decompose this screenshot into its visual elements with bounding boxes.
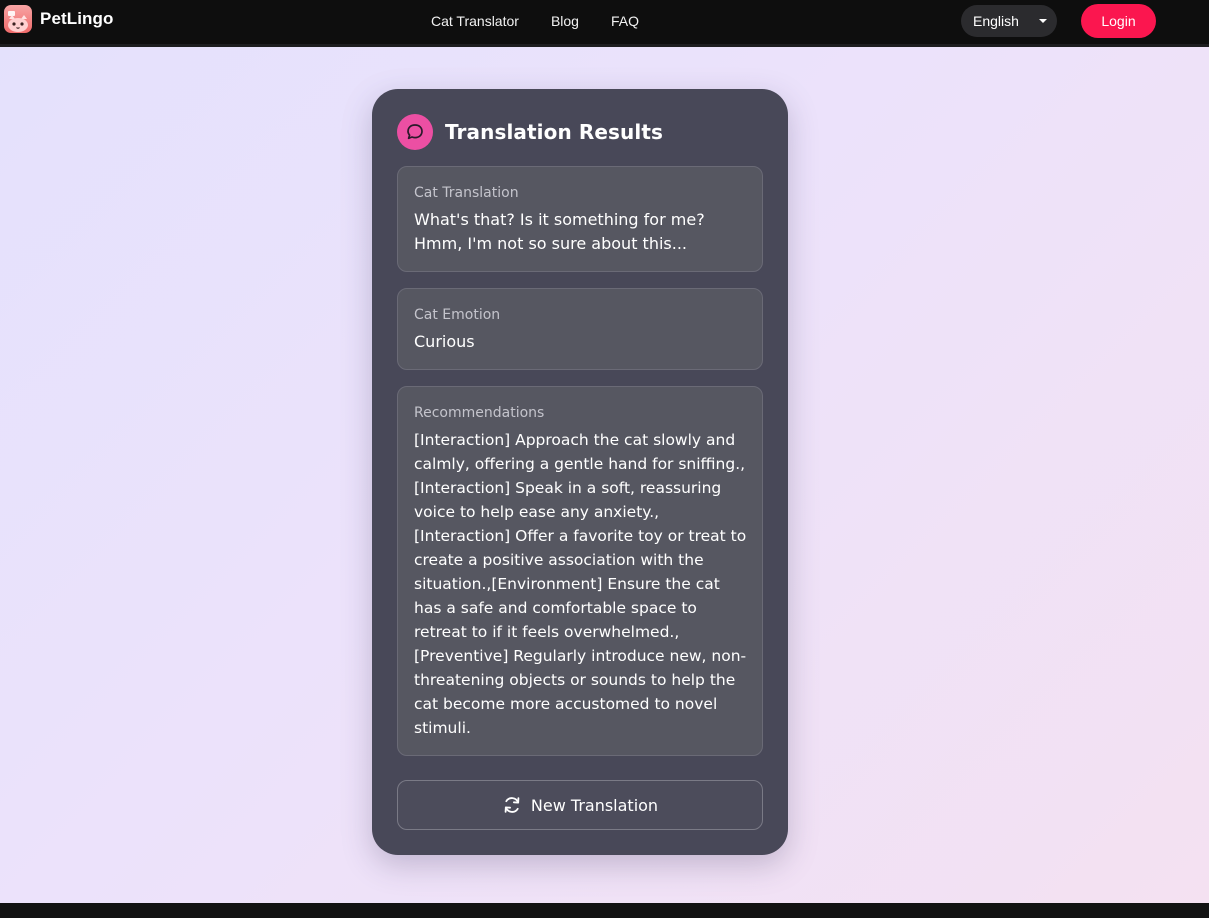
nav-link-faq[interactable]: FAQ: [611, 13, 639, 29]
new-translation-button[interactable]: New Translation: [397, 780, 763, 830]
nav-link-cat-translator[interactable]: Cat Translator: [431, 13, 519, 29]
cat-emotion-label: Cat Emotion: [414, 307, 501, 323]
new-translation-label: New Translation: [530, 795, 659, 815]
cat-emotion-text: Curious: [414, 332, 475, 351]
top-navbar: PetLingo Cat Translator Blog FAQ English…: [0, 0, 1209, 47]
recommendations-text: [Interaction] Approach the cat slowly an…: [414, 431, 747, 737]
cat-translation-panel: Cat Translation What's that? Is it somet…: [397, 166, 763, 272]
main-nav: Cat Translator Blog FAQ: [431, 13, 639, 29]
recommendations-panel: Recommendations [Interaction] Approach t…: [397, 386, 763, 756]
recommendations-label: Recommendations: [414, 405, 545, 421]
brand-logo[interactable]: PetLingo: [4, 5, 114, 33]
chat-bubble-icon: [397, 114, 433, 150]
refresh-icon: [502, 795, 522, 815]
login-button[interactable]: Login: [1081, 4, 1156, 38]
cat-logo-icon: [4, 5, 32, 33]
card-title: Translation Results: [445, 120, 663, 144]
footer-strip: [0, 903, 1209, 918]
translation-results-card: Translation Results Cat Translation What…: [372, 89, 788, 855]
brand-name: PetLingo: [40, 9, 114, 28]
nav-link-blog[interactable]: Blog: [551, 13, 579, 29]
cat-emotion-panel: Cat Emotion Curious: [397, 288, 763, 370]
cat-translation-text: What's that? Is it something for me? Hmm…: [414, 210, 705, 253]
language-select-value: English: [973, 13, 1019, 29]
cat-translation-label: Cat Translation: [414, 185, 519, 201]
language-select[interactable]: English: [961, 5, 1057, 37]
caret-down-icon: [1039, 19, 1047, 23]
card-header: Translation Results: [397, 114, 663, 150]
